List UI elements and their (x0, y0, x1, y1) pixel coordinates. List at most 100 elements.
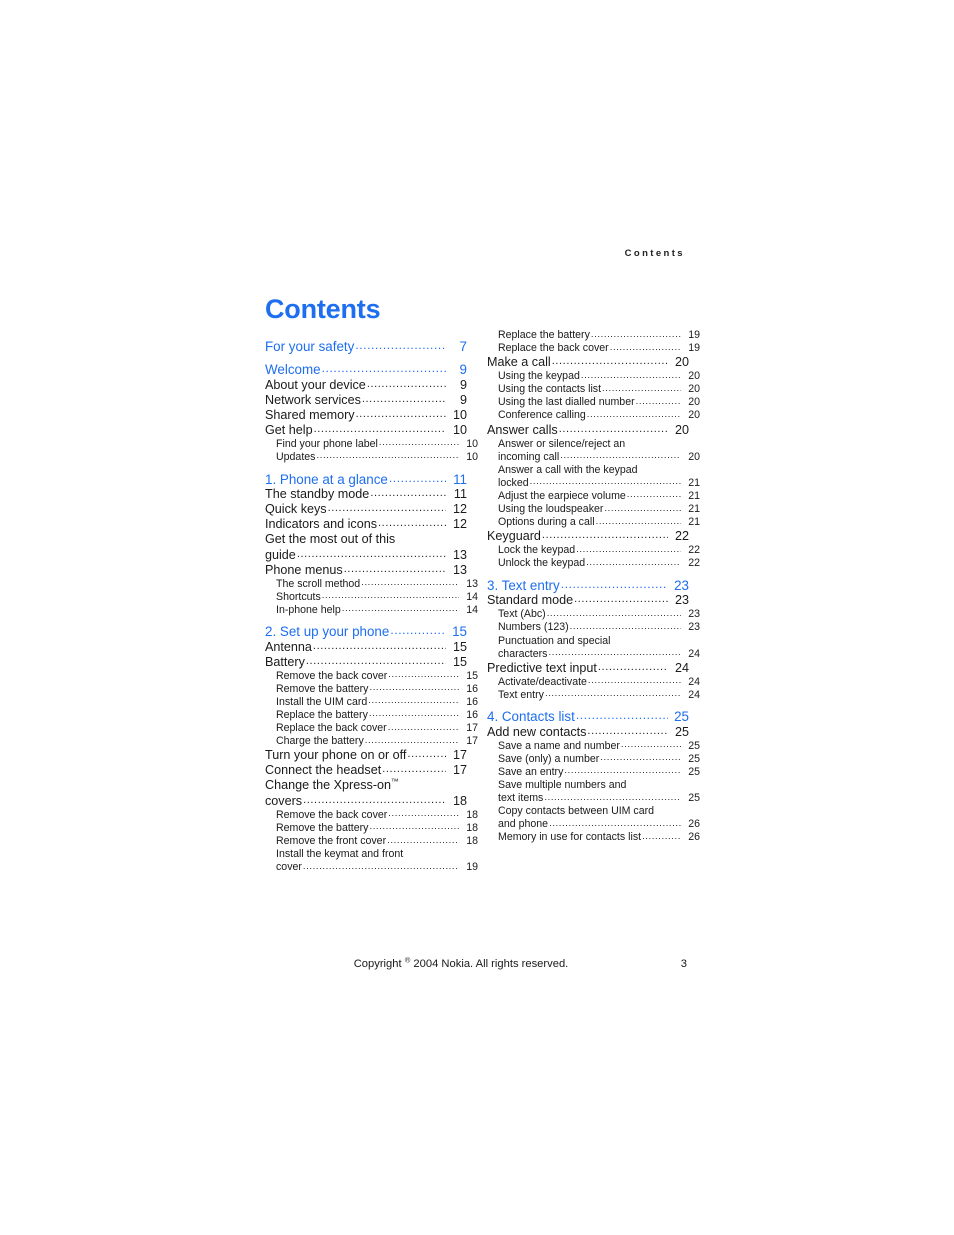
toc-entry-charge-the-battery[interactable]: Charge the battery .....................… (265, 736, 478, 747)
leader-dots: ........................................… (569, 621, 681, 632)
toc-page: Contents Contents For your safety.......… (0, 0, 954, 1235)
toc-entry-text-entry[interactable]: Text entry .............................… (487, 689, 700, 701)
toc-entry-get-the-most-out-of-this-line1[interactable]: Get the most out of this (265, 533, 467, 546)
toc-entry-save-multiple-numbers-and-line1[interactable]: Save multiple numbers and (487, 780, 689, 791)
toc-entry-incoming-call[interactable]: incoming call...........................… (487, 451, 700, 463)
toc-entry-punctuation-and-special-line1[interactable]: Punctuation and special (487, 635, 689, 647)
toc-entry-for-your-safety[interactable]: For your safety.........................… (265, 339, 467, 354)
toc-entry-cover[interactable]: cover...................................… (265, 862, 478, 873)
toc-entry-connect-the-headset[interactable]: Connect the headset.....................… (265, 764, 467, 777)
toc-entry-replace-the-battery[interactable]: Replace the battery.....................… (487, 330, 700, 341)
toc-entry-get-help[interactable]: Get help................................… (265, 424, 467, 437)
toc-entry-lock-the-keypad[interactable]: Lock the keypad.........................… (487, 545, 700, 556)
toc-entry-about-your-device[interactable]: About your device.......................… (265, 379, 467, 392)
toc-entry-indicators-and-icons[interactable]: Indicators and icons....................… (265, 518, 467, 531)
toc-entry-make-a-call[interactable]: Make a call.............................… (487, 356, 689, 369)
toc-entry-using-the-keypad[interactable]: Using the keypad........................… (487, 371, 700, 382)
toc-entry-copy-contacts-between-uim-card-line1[interactable]: Copy contacts between UIM card (487, 806, 689, 817)
running-header: Contents (624, 248, 685, 259)
toc-entry-and-phone[interactable]: and phone ..............................… (487, 819, 700, 830)
toc-entry-guide[interactable]: guide...................................… (265, 547, 467, 562)
toc-entry-standard-mode[interactable]: Standard mode...........................… (487, 594, 689, 607)
toc-entry-answer-or-silence-reject-an-line1[interactable]: Answer or silence/reject an (487, 438, 689, 450)
toc-entry-locked[interactable]: locked .................................… (487, 477, 700, 489)
toc-entry-in-phone-help[interactable]: In-phone help ..........................… (265, 604, 478, 616)
toc-entry-the-scroll-method[interactable]: The scroll method ......................… (265, 578, 478, 590)
toc-entry-keyguard[interactable]: Keyguard ...............................… (487, 530, 689, 543)
toc-entry-remove-the-front-cover[interactable]: Remove the front cover .................… (265, 836, 478, 847)
toc-entry-memory-in-use-for-contacts-list[interactable]: Memory in use for contacts list.........… (487, 832, 700, 843)
toc-entry-page-number: 15 (466, 669, 478, 682)
toc-entry-install-the-uim-card[interactable]: Install the UIM card ...................… (265, 696, 478, 708)
toc-entry-unlock-the-keypad[interactable]: Unlock the keypad ......................… (487, 558, 700, 569)
toc-entry-install-the-keymat-and-front-line1[interactable]: Install the keymat and front (265, 849, 467, 860)
toc-entry-answer-calls[interactable]: Answer calls............................… (487, 422, 689, 437)
toc-entry-page-number: 18 (466, 835, 478, 848)
toc-entry-page-number: 17 (466, 722, 478, 735)
toc-entry-label: Remove the front cover (276, 835, 387, 848)
toc-entry-shortcuts[interactable]: Shortcuts...............................… (265, 590, 478, 603)
toc-entry-add-new-contacts[interactable]: Add new contacts........................… (487, 726, 689, 739)
toc-entry-remove-the-battery[interactable]: Remove the battery......................… (265, 822, 478, 834)
toc-entry-using-the-contacts-list[interactable]: Using the contacts list ................… (487, 384, 700, 395)
toc-entry-conference-calling[interactable]: Conference calling......................… (487, 410, 700, 421)
toc-entry-replace-the-battery[interactable]: Replace the battery.....................… (265, 709, 478, 721)
toc-entry-remove-the-battery[interactable]: Remove the battery......................… (265, 683, 478, 695)
toc-entry-text-abc[interactable]: Text (Abc) .............................… (487, 609, 700, 620)
toc-entry-answer-a-call-with-the-keypad-line1[interactable]: Answer a call with the keypad (487, 465, 689, 476)
toc-entry-change-the-xpress-on-line1[interactable]: Change the Xpress-on™ (265, 778, 467, 792)
toc-entry-label: guide (265, 547, 296, 562)
toc-entry-label: Make a call (487, 355, 551, 370)
toc-entry-find-your-phone-label[interactable]: Find your phone label...................… (265, 438, 478, 450)
toc-entry-numbers-123[interactable]: Numbers (123)...........................… (487, 622, 700, 633)
toc-entry-covers[interactable]: covers .................................… (265, 795, 467, 808)
toc-entry-the-standby-mode[interactable]: The standby mode........................… (265, 488, 467, 501)
toc-entry-options-during-a-call[interactable]: Options during a call...................… (487, 517, 700, 528)
toc-entry-adjust-the-earpiece-volume[interactable]: Adjust the earpiece volume .............… (487, 490, 700, 502)
toc-entry-turn-your-phone-on-or-off[interactable]: Turn your phone on or off...............… (265, 749, 467, 762)
toc-entry-updates[interactable]: Updates.................................… (265, 451, 478, 463)
toc-entry-using-the-last-dialled-number[interactable]: Using the last dialled number...........… (487, 397, 700, 408)
toc-entry-text-items[interactable]: text items..............................… (487, 793, 700, 804)
toc-entry-page-number: 20 (674, 422, 689, 437)
toc-entry-network-services[interactable]: Network services........................… (265, 394, 467, 407)
toc-entry-save-a-name-and-number[interactable]: Save a name and number..................… (487, 739, 700, 752)
toc-entry-antenna[interactable]: Antenna ................................… (265, 641, 467, 654)
toc-entry-page-number: 15 (452, 654, 467, 669)
toc-entry-remove-the-back-cover[interactable]: Remove the back cover ..................… (265, 669, 478, 682)
toc-entry-replace-the-back-cover[interactable]: Replace the back cover .................… (265, 723, 478, 734)
toc-column-right: Replace the battery.....................… (487, 330, 700, 846)
toc-entry-battery[interactable]: Battery ................................… (265, 656, 467, 669)
toc-entry-shared-memory[interactable]: Shared memory ..........................… (265, 409, 467, 422)
toc-entry-label: Charge the battery (276, 735, 364, 748)
toc-entry-1-phone-at-a-glance[interactable]: 1. Phone at a glance....................… (265, 471, 467, 487)
toc-entry-3-text-entry[interactable]: 3. Text entry ..........................… (487, 578, 689, 592)
leader-dots: ........................................… (604, 503, 681, 514)
toc-entry-remove-the-back-cover[interactable]: Remove the back cover ..................… (265, 809, 478, 821)
toc-entry-predictive-text-input[interactable]: Predictive text input...................… (487, 662, 689, 675)
toc-entry-2-set-up-your-phone[interactable]: 2. Set up your phone....................… (265, 624, 467, 638)
toc-entry-label: 1. Phone at a glance (265, 471, 388, 487)
toc-entry-4-contacts-list[interactable]: 4. Contacts list .......................… (487, 709, 689, 723)
leader-dots: ........................................… (642, 831, 681, 842)
leader-dots: ........................................… (626, 490, 681, 500)
toc-entry-label: Add new contacts (487, 724, 587, 739)
toc-entry-welcome[interactable]: Welcome.................................… (265, 362, 467, 376)
page-title: Contents (265, 294, 381, 325)
toc-entry-label: Save a name and number (498, 739, 620, 752)
toc-entry-characters[interactable]: characters..............................… (487, 648, 700, 660)
leader-dots: ........................................… (388, 809, 459, 819)
toc-entry-page-number: 10 (452, 422, 467, 437)
toc-entry-phone-menus[interactable]: Phone menus.............................… (265, 563, 467, 577)
leader-dots: ........................................… (302, 861, 459, 872)
leader-dots: ........................................… (361, 578, 459, 588)
toc-entry-quick-keys[interactable]: Quick keys..............................… (265, 503, 467, 516)
leader-dots: ........................................… (558, 423, 668, 435)
toc-entry-save-only-a-number[interactable]: Save (only) a number....................… (487, 753, 700, 765)
toc-entry-label: For your safety (265, 339, 355, 354)
toc-entry-activate-deactivate[interactable]: Activate/deactivate ....................… (487, 676, 700, 688)
toc-entry-save-an-entry[interactable]: Save an entry ..........................… (487, 766, 700, 778)
toc-entry-using-the-loudspeaker[interactable]: Using the loudspeaker ..................… (487, 504, 700, 515)
toc-entry-replace-the-back-cover[interactable]: Replace the back cover .................… (487, 343, 700, 354)
toc-entry-page-number: 14 (466, 590, 478, 603)
